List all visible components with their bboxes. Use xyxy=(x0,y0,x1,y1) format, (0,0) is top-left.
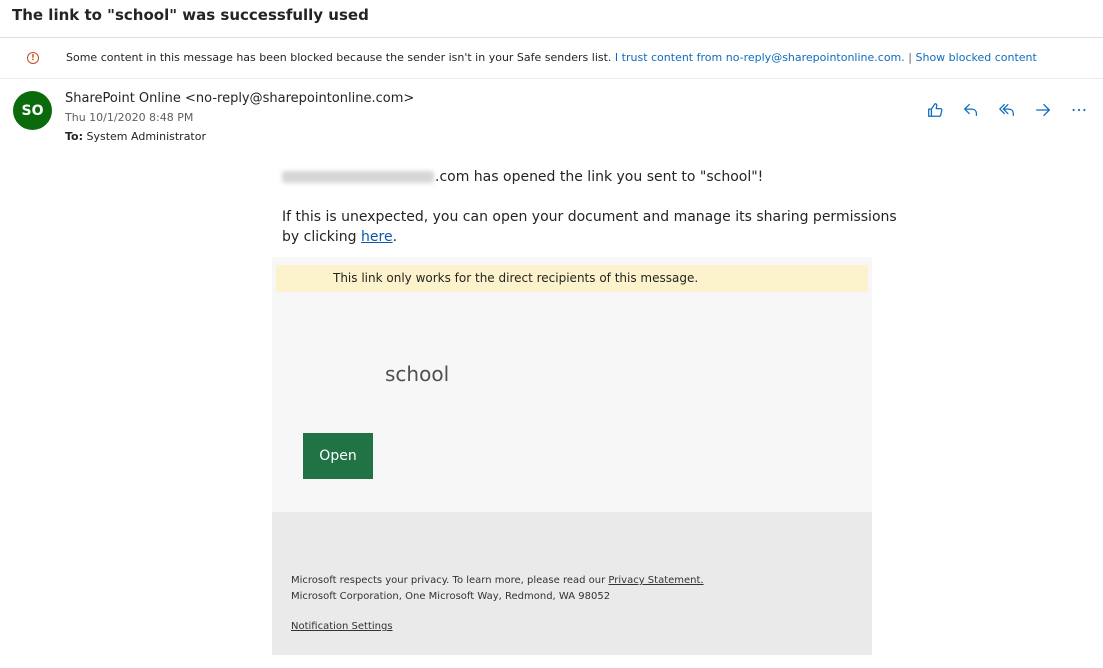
here-link[interactable]: here xyxy=(361,229,393,245)
opened-link-text: .com has opened the link you sent to "sc… xyxy=(435,169,764,185)
recipients-warning-text: This link only works for the direct reci… xyxy=(333,271,699,285)
redacted-email xyxy=(282,171,434,183)
reply-all-icon[interactable] xyxy=(994,99,1020,121)
company-address: Microsoft Corporation, One Microsoft Way… xyxy=(291,591,611,602)
blocked-content-text: Some content in this message has been bl… xyxy=(66,51,612,64)
sent-date: Thu 10/1/2020 8:48 PM xyxy=(65,111,194,124)
blocked-content-message: Some content in this message has been bl… xyxy=(66,51,1037,64)
blocked-content-bar: ! Some content in this message has been … xyxy=(0,38,1103,79)
opened-link-line: .com has opened the link you sent to "sc… xyxy=(282,169,763,185)
link-separator: | xyxy=(908,51,912,64)
card-footer: Microsoft respects your privacy. To lear… xyxy=(272,512,872,655)
subject-bar: The link to "school" was successfully us… xyxy=(0,0,1103,38)
notification-settings-link[interactable]: Notification Settings xyxy=(291,621,393,632)
trust-sender-link[interactable]: I trust content from no-reply@sharepoint… xyxy=(615,51,905,64)
privacy-statement-link[interactable]: Privacy Statement. xyxy=(608,575,703,586)
info-icon: ! xyxy=(27,52,39,64)
recipient-name[interactable]: System Administrator xyxy=(87,130,207,143)
unexpected-line-2: by clicking here. xyxy=(282,229,397,245)
recipients-warning-banner: This link only works for the direct reci… xyxy=(276,265,868,292)
unexpected-line-1: If this is unexpected, you can open your… xyxy=(282,209,897,225)
notification-settings-line: Notification Settings xyxy=(291,621,393,632)
unexpected-prefix: by clicking xyxy=(282,229,362,245)
to-label: To: xyxy=(65,130,83,143)
open-button[interactable]: Open xyxy=(303,433,373,479)
reply-icon[interactable] xyxy=(958,99,984,121)
message-actions xyxy=(922,99,1092,121)
sharing-card: school Open This link only works for the… xyxy=(272,257,872,655)
privacy-text: Microsoft respects your privacy. To lear… xyxy=(291,575,609,586)
more-actions-icon[interactable] xyxy=(1066,99,1092,121)
email-subject: The link to "school" was successfully us… xyxy=(12,6,369,24)
privacy-line: Microsoft respects your privacy. To lear… xyxy=(291,575,704,586)
sender-name[interactable]: SharePoint Online <no-reply@sharepointon… xyxy=(65,91,414,106)
like-icon[interactable] xyxy=(922,99,948,121)
document-name: school xyxy=(385,362,450,386)
card-content: school Open xyxy=(276,265,868,511)
sender-avatar[interactable]: SO xyxy=(13,91,52,130)
recipient-line: To: System Administrator xyxy=(65,130,206,143)
unexpected-suffix: . xyxy=(392,229,398,245)
forward-icon[interactable] xyxy=(1030,99,1056,121)
show-blocked-content-link[interactable]: Show blocked content xyxy=(916,51,1037,64)
